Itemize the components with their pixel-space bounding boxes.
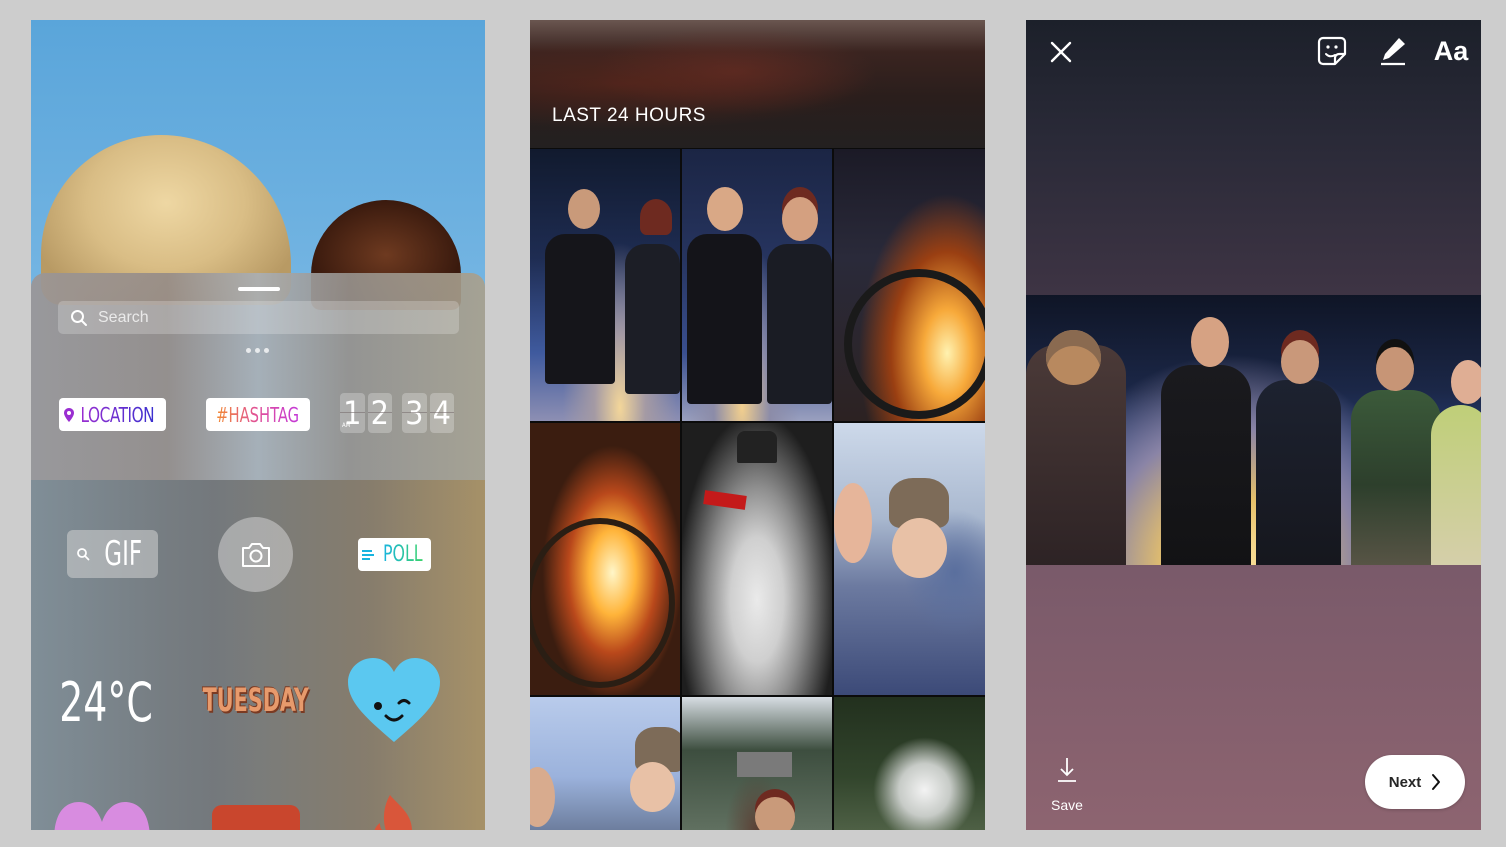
pink-heart-sticker[interactable] — [54, 800, 150, 830]
story-photo — [1026, 295, 1481, 565]
close-button[interactable] — [1046, 37, 1076, 67]
search-icon — [77, 548, 90, 561]
photo-thumbnail[interactable] — [682, 697, 832, 830]
photo-thumbnail[interactable] — [834, 697, 985, 830]
weekday-label: TUESDAY — [202, 681, 310, 719]
camera-sticker-button[interactable] — [218, 517, 293, 592]
gif-sticker[interactable]: GIF — [67, 530, 158, 578]
heart-icon — [54, 802, 150, 830]
time-digit: 2 — [367, 393, 392, 433]
sticker-tray-screen: LOCATION #HASHTAG AM1 2 3 4 GIF POLL 24°… — [31, 20, 485, 830]
photo-thumbnail[interactable] — [530, 423, 680, 695]
tray-drag-handle[interactable] — [238, 287, 280, 291]
save-button[interactable]: Save — [1046, 755, 1088, 815]
location-sticker[interactable]: LOCATION — [59, 398, 166, 431]
gallery-screen: LAST 24 HOURS — [530, 20, 985, 830]
sticker-icon — [1317, 36, 1347, 66]
sticker-search-input[interactable] — [98, 308, 428, 327]
photo-thumbnail[interactable] — [530, 697, 680, 830]
download-icon — [1058, 758, 1076, 782]
temperature-sticker[interactable]: 24°C — [51, 670, 161, 734]
time-digit: 3 — [402, 393, 427, 433]
pen-icon — [1381, 38, 1405, 66]
time-digit: AM 1 — [340, 393, 365, 433]
poll-sticker-label: POLL — [382, 542, 423, 567]
gif-sticker-label: GIF — [104, 534, 143, 574]
weekday-sticker[interactable]: TUESDAY — [191, 680, 321, 720]
photo-thumbnail[interactable] — [530, 149, 680, 421]
gallery-section-title: LAST 24 HOURS — [552, 105, 706, 126]
hashtag-sticker-label: #HASHTAG — [216, 402, 300, 427]
sticker-search-field[interactable] — [58, 301, 459, 334]
gallery-header: LAST 24 HOURS — [530, 20, 985, 148]
meridiem-label: AM — [342, 422, 351, 429]
close-icon — [1050, 41, 1072, 63]
photo-thumbnail[interactable] — [682, 423, 832, 695]
sticker-button[interactable] — [1316, 35, 1348, 67]
next-label: Next — [1388, 773, 1422, 791]
fire-icon — [374, 795, 412, 830]
temperature-label: 24°C — [59, 670, 153, 734]
save-label: Save — [1051, 797, 1083, 813]
location-pin-icon — [64, 407, 75, 422]
chevron-right-icon — [1432, 774, 1441, 790]
poll-lines-icon — [361, 549, 374, 560]
story-editor-screen: Aa Save Next — [1026, 20, 1481, 830]
fire-sticker[interactable] — [368, 795, 423, 830]
draw-button[interactable] — [1378, 35, 1408, 67]
search-icon — [71, 309, 87, 326]
location-sticker-label: LOCATION — [80, 402, 155, 427]
time-digit: 4 — [429, 393, 454, 433]
page-indicator-dots — [246, 348, 269, 353]
poll-sticker[interactable]: POLL — [358, 538, 431, 571]
hashtag-sticker[interactable]: #HASHTAG — [206, 398, 310, 431]
next-button[interactable]: Next — [1365, 755, 1465, 809]
photo-thumbnail[interactable] — [834, 423, 985, 695]
red-badge-sticker[interactable] — [212, 805, 300, 830]
camera-icon — [241, 542, 270, 567]
text-tool-button[interactable]: Aa — [1431, 34, 1471, 68]
photo-grid — [530, 149, 985, 830]
time-sticker[interactable]: AM 1 2 3 4 — [340, 392, 454, 434]
winking-heart-sticker[interactable] — [346, 658, 442, 744]
editor-toolbar: Aa — [1026, 20, 1481, 85]
photo-thumbnail[interactable] — [834, 149, 985, 421]
photo-thumbnail[interactable] — [682, 149, 832, 421]
winking-heart-icon — [348, 658, 440, 742]
